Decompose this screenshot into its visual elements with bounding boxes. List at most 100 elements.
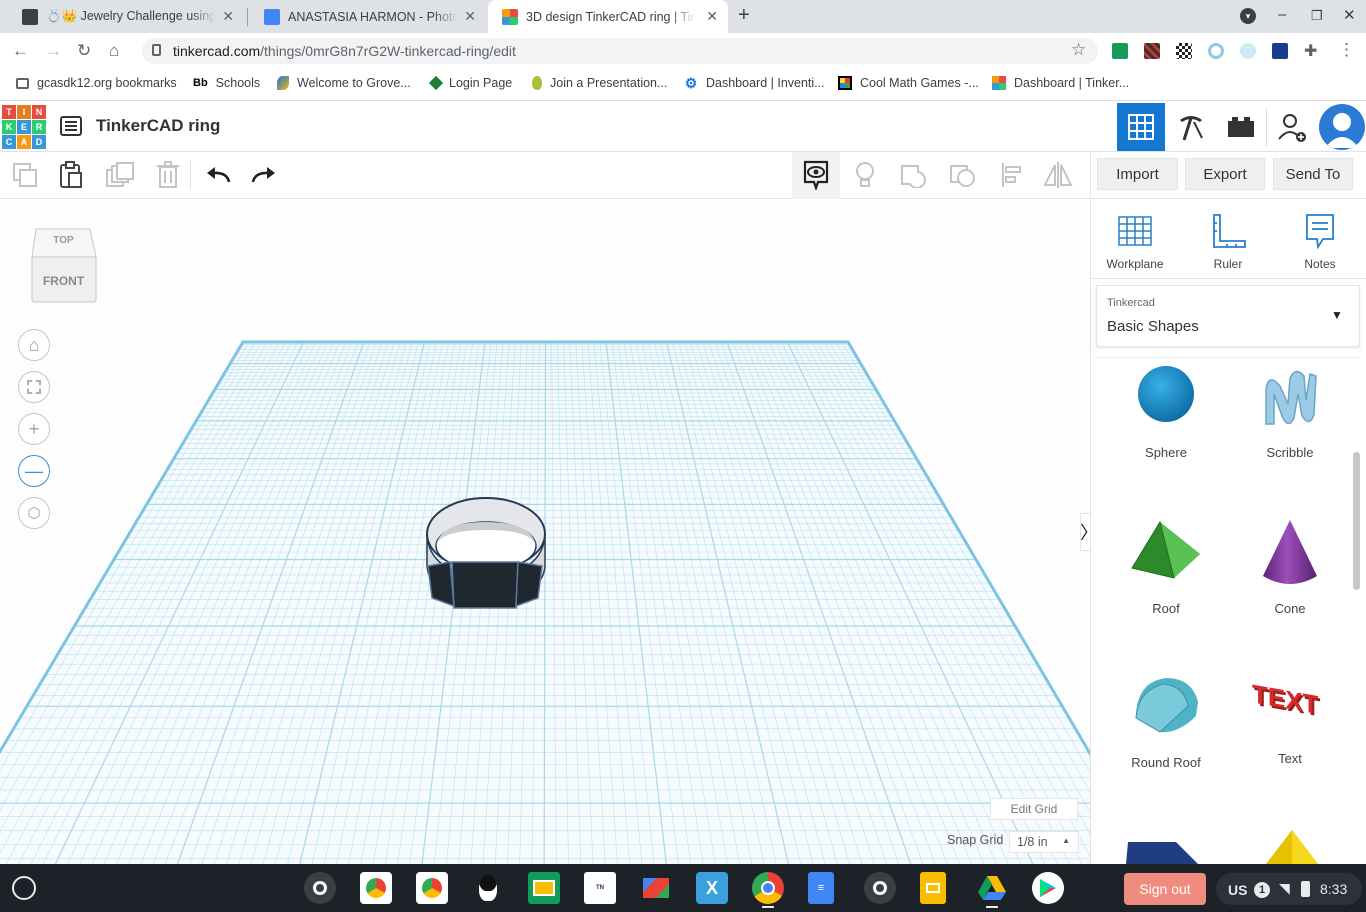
bookmark-inventi[interactable]: ⚙ Dashboard | Inventi... xyxy=(684,76,825,90)
screenshot-app-icon[interactable] xyxy=(864,872,896,904)
clock[interactable]: 8:33 xyxy=(1320,881,1347,897)
sign-out-button[interactable]: Sign out xyxy=(1124,873,1206,905)
mirror-button[interactable] xyxy=(1043,160,1073,190)
fit-view-button[interactable] xyxy=(18,371,50,403)
sheets-extension-icon[interactable] xyxy=(1112,43,1128,59)
align-button[interactable] xyxy=(997,160,1027,190)
penguin-app-icon[interactable] xyxy=(472,872,504,904)
extensions-puzzle-icon[interactable]: ✚ xyxy=(1304,41,1317,61)
slides-app-icon[interactable] xyxy=(920,872,946,904)
new-tab-icon[interactable]: + xyxy=(738,4,750,27)
url-text[interactable]: tinkercad.com/things/0mrG8n7rG2W-tinkerc… xyxy=(173,43,516,59)
collapse-panel-button[interactable]: 〉 xyxy=(1080,513,1090,551)
notes-tool[interactable]: Notes xyxy=(1280,213,1360,271)
tab-jewelry-challenge[interactable]: 💍👑 Jewelry Challenge using T ✕ xyxy=(8,0,244,33)
redo-button[interactable] xyxy=(249,160,279,190)
classroom-app-icon[interactable] xyxy=(528,872,560,904)
close-tab-icon[interactable]: ✕ xyxy=(222,8,234,25)
ring-model[interactable] xyxy=(420,494,555,612)
design-list-icon[interactable] xyxy=(60,116,82,136)
play-store-app-icon[interactable] xyxy=(1032,872,1064,904)
pyramid-shape-preview[interactable] xyxy=(1264,828,1320,864)
close-window-icon[interactable]: ✕ xyxy=(1343,6,1356,24)
snap-grid-select[interactable]: 1/8 in ▲ xyxy=(1009,831,1079,853)
bookmark-folder[interactable]: gcasdk12.org bookmarks xyxy=(16,76,177,90)
qr-extension-icon[interactable] xyxy=(1144,43,1160,59)
back-icon[interactable]: ← xyxy=(12,41,29,61)
3d-design-view-button[interactable] xyxy=(1117,103,1165,151)
panel-scrollbar[interactable] xyxy=(1353,452,1360,590)
workplane-tool[interactable]: Workplane xyxy=(1095,213,1175,271)
tab-search-icon[interactable]: ▾ xyxy=(1240,8,1256,24)
shape-text[interactable]: TEXT TEXT Text xyxy=(1235,672,1345,766)
qr-code-icon[interactable] xyxy=(1176,43,1192,59)
shape-sphere[interactable]: Sphere xyxy=(1111,364,1221,460)
bricks-button[interactable] xyxy=(1217,103,1265,151)
copy-button[interactable] xyxy=(10,160,40,190)
minimize-icon[interactable]: – xyxy=(1278,6,1286,23)
reload-icon[interactable]: ↻ xyxy=(77,41,91,61)
export-button[interactable]: Export xyxy=(1185,158,1265,190)
undo-button[interactable] xyxy=(203,160,233,190)
workplane-viewport[interactable]: TOP FRONT ⌂ + — ⬡ 〉 Edit Grid Snap Grid … xyxy=(0,200,1090,864)
bookmark-star-icon[interactable]: ☆ xyxy=(1071,40,1086,60)
send-to-button[interactable]: Send To xyxy=(1273,158,1353,190)
bookmark-schools[interactable]: Bb Schools xyxy=(193,76,260,90)
shape-roof[interactable]: Roof xyxy=(1111,518,1221,616)
shape-cone[interactable]: Cone xyxy=(1235,518,1345,616)
ruler-tool[interactable]: Ruler xyxy=(1188,213,1268,271)
invite-user-button[interactable] xyxy=(1269,103,1317,151)
group-button[interactable] xyxy=(899,160,929,190)
view-cube[interactable]: TOP FRONT xyxy=(30,225,97,303)
restore-icon[interactable]: ❐ xyxy=(1311,8,1323,24)
duplicate-button[interactable] xyxy=(105,160,135,190)
chrome-app-2-icon[interactable] xyxy=(360,872,392,904)
ungroup-button[interactable] xyxy=(948,160,978,190)
tab-photo-doc[interactable]: ANASTASIA HARMON - Photo Dc ✕ xyxy=(250,0,486,33)
circle-extension-icon[interactable] xyxy=(1208,43,1224,59)
bookmark-login-page[interactable]: Login Page xyxy=(428,75,512,91)
lock-icon[interactable] xyxy=(152,44,161,56)
import-button[interactable]: Import xyxy=(1097,158,1178,190)
shield-extension-icon[interactable] xyxy=(1272,43,1288,59)
drive-app-icon[interactable] xyxy=(976,872,1008,904)
edit-grid-button[interactable]: Edit Grid xyxy=(990,798,1078,820)
perspective-button[interactable]: ⬡ xyxy=(18,497,50,529)
design-title[interactable]: TinkerCAD ring xyxy=(96,116,220,136)
docs-app-icon[interactable]: ≡ xyxy=(808,872,834,904)
shape-round-roof[interactable]: Round Roof xyxy=(1111,672,1221,770)
tinkercad-logo[interactable]: T I N K E R C A D xyxy=(2,105,46,149)
zoom-in-button[interactable]: + xyxy=(18,413,50,445)
chrome-app-icon[interactable] xyxy=(752,872,784,904)
ime-indicator[interactable]: US xyxy=(1228,882,1247,898)
view-cube-top-label[interactable]: TOP xyxy=(30,235,97,246)
bookmark-join-presentation[interactable]: Join a Presentation... xyxy=(532,76,667,90)
home-icon[interactable]: ⌂ xyxy=(109,41,119,61)
shape-library-select[interactable]: Tinkercad Basic Shapes ▼ xyxy=(1096,285,1360,347)
zoom-out-button[interactable]: — xyxy=(18,455,50,487)
delete-button[interactable] xyxy=(153,160,183,190)
gmail-app-icon[interactable] xyxy=(640,872,672,904)
cloud-extension-icon[interactable] xyxy=(1240,43,1256,59)
shape-scribble[interactable]: Scribble xyxy=(1235,364,1345,460)
tab-tinkercad-ring[interactable]: 3D design TinkerCAD ring | Tinke ✕ xyxy=(488,0,728,33)
polygon-shape-preview[interactable] xyxy=(1124,836,1204,864)
browser-menu-icon[interactable]: ⋮ xyxy=(1338,40,1355,60)
bookmark-cool-math[interactable]: Cool Math Games -... xyxy=(838,76,979,90)
bookmark-welcome-grove[interactable]: Welcome to Grove... xyxy=(277,76,411,90)
show-all-button[interactable] xyxy=(801,160,831,190)
home-view-button[interactable]: ⌂ xyxy=(18,329,50,361)
paste-button[interactable] xyxy=(56,160,86,190)
avatar[interactable] xyxy=(1319,104,1365,150)
camera-app-icon[interactable] xyxy=(304,872,336,904)
forward-icon[interactable]: → xyxy=(45,41,62,61)
hide-button[interactable] xyxy=(850,160,880,190)
launcher-icon[interactable] xyxy=(12,876,36,900)
view-cube-front-label[interactable]: FRONT xyxy=(30,274,97,288)
chrome-app-3-icon[interactable] xyxy=(416,872,448,904)
x-app-icon[interactable]: X xyxy=(696,872,728,904)
minecraft-pickaxe-button[interactable] xyxy=(1167,103,1215,151)
close-tab-icon[interactable]: ✕ xyxy=(706,8,718,25)
testnav-app-icon[interactable]: TN xyxy=(584,872,616,904)
notification-badge[interactable]: 1 xyxy=(1254,882,1270,898)
